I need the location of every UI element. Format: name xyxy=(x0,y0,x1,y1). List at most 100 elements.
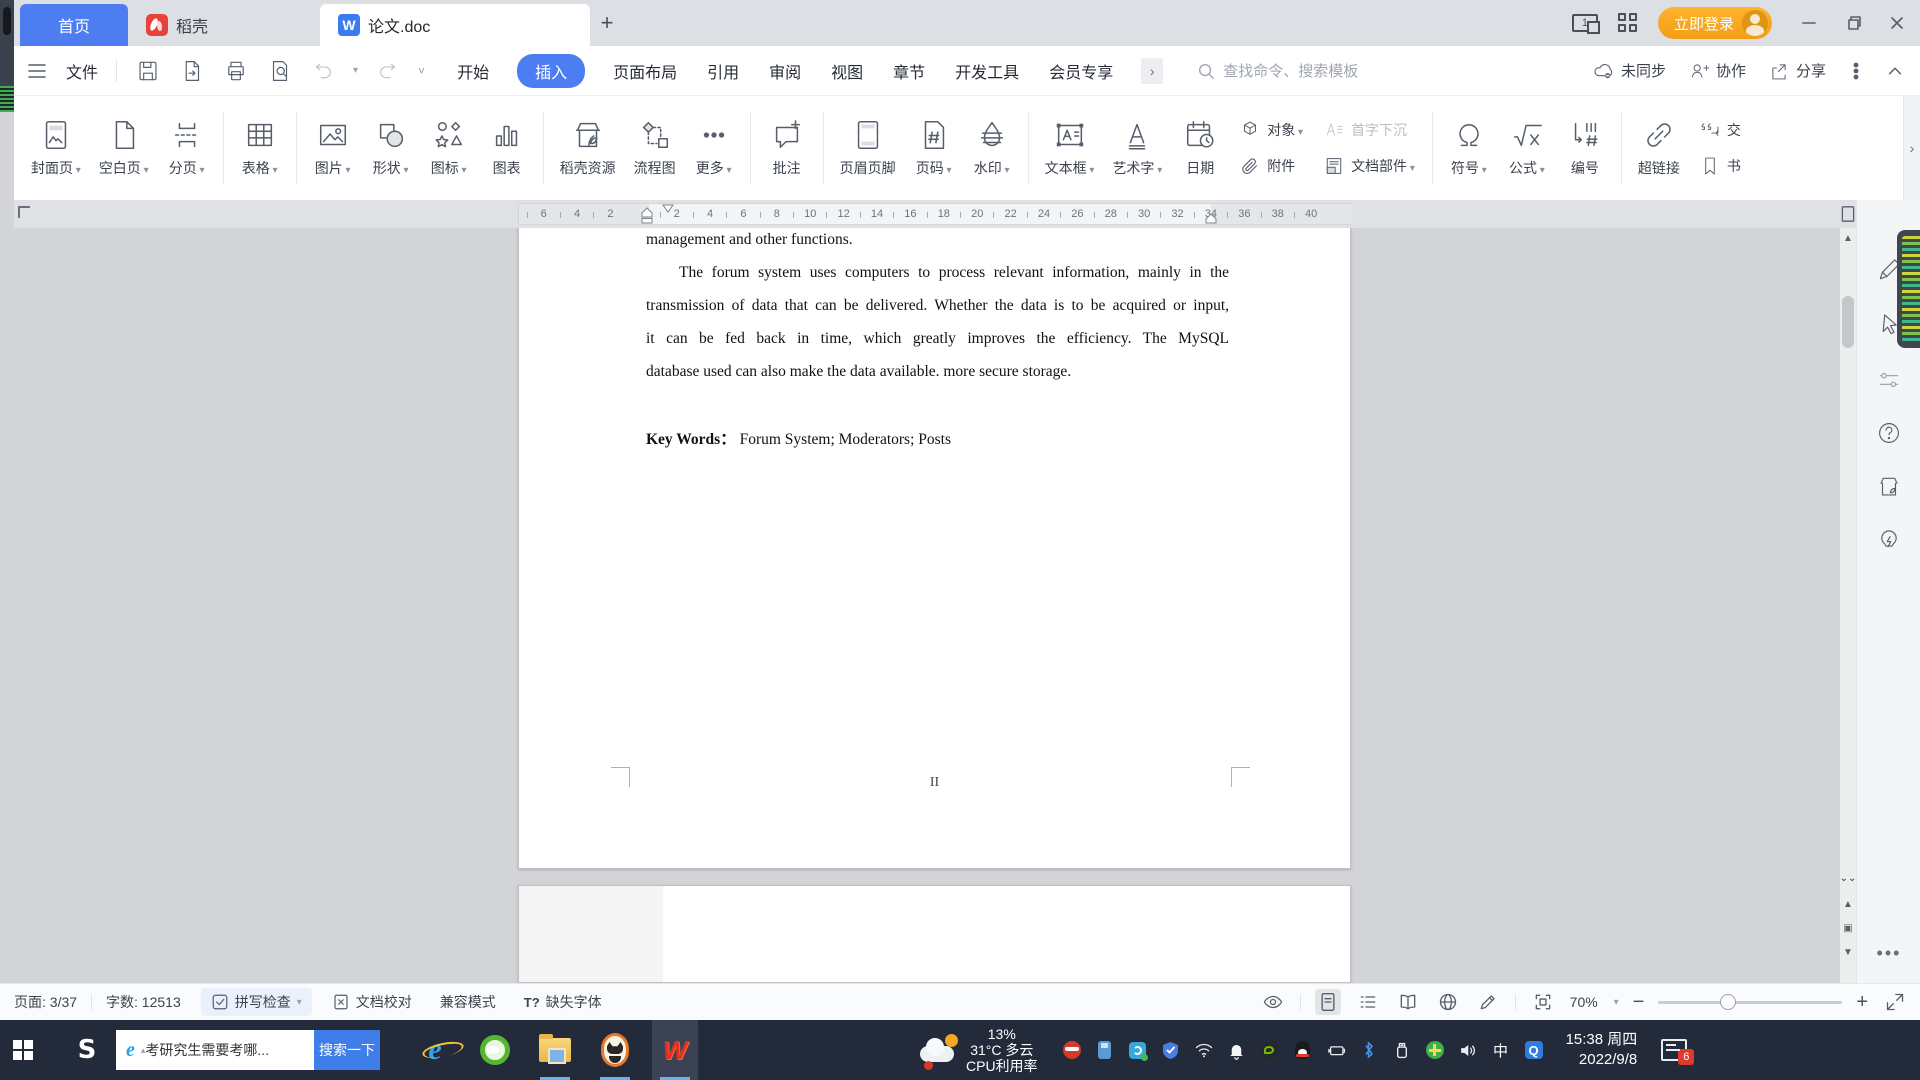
c​at-app-icon[interactable] xyxy=(592,1020,638,1080)
blank-page-button[interactable]: 空白页 xyxy=(90,118,158,178)
textbox-button[interactable]: 文本框 xyxy=(1036,118,1104,178)
prev-page-icon[interactable]: ▲ xyxy=(1840,896,1856,912)
redo-icon[interactable] xyxy=(376,59,400,83)
undo-icon[interactable] xyxy=(311,59,335,83)
undo-caret-icon[interactable]: ▾ xyxy=(353,65,358,76)
usb-tray-icon[interactable] xyxy=(1095,1040,1115,1060)
collapse-ribbon-icon[interactable] xyxy=(1886,62,1904,80)
power-tray-icon[interactable] xyxy=(1326,1040,1346,1060)
share-button[interactable]: 分享 xyxy=(1768,60,1826,82)
left-indent-marker[interactable] xyxy=(641,207,653,224)
zoom-in-icon[interactable]: + xyxy=(1856,991,1868,1014)
symbol-button[interactable]: 符号 xyxy=(1440,118,1498,178)
zoom-slider[interactable] xyxy=(1658,1001,1842,1004)
volume-tray-icon[interactable] xyxy=(1458,1040,1478,1060)
cross-reference-button[interactable]: 交 xyxy=(1699,119,1741,141)
web-view-icon[interactable] xyxy=(1435,989,1461,1015)
ie-browser-icon[interactable]: e xyxy=(412,1020,458,1080)
new-tab-button[interactable]: + xyxy=(590,0,624,46)
weather-cpu-widget[interactable]: 13% 31°C 多云 CPU利用率 xyxy=(918,1026,1038,1074)
right-indent-marker[interactable] xyxy=(1205,213,1217,224)
print-preview-icon[interactable] xyxy=(267,58,293,84)
bluetooth-tray-icon[interactable] xyxy=(1359,1040,1379,1060)
horizontal-ruler[interactable]: 642 246810121416182022242628303234363840 xyxy=(518,203,1351,225)
eye-protect-icon[interactable] xyxy=(1260,989,1286,1015)
start-button[interactable] xyxy=(0,1020,46,1080)
menu-review[interactable]: 审阅 xyxy=(767,54,803,88)
q-browser-tray-icon[interactable]: Q xyxy=(1524,1040,1544,1060)
resource-store-icon[interactable] xyxy=(1874,472,1904,502)
usb-drive-tray-icon[interactable] xyxy=(1392,1040,1412,1060)
compat-mode[interactable]: 兼容模式 xyxy=(426,992,510,1012)
wordart-button[interactable]: 艺术字 xyxy=(1103,118,1171,178)
cover-page-button[interactable]: 封面页 xyxy=(22,118,90,178)
date-button[interactable]: 日期 xyxy=(1171,118,1229,178)
tab-stop-selector[interactable] xyxy=(18,206,30,218)
next-page-icon[interactable]: ▼ xyxy=(1840,944,1856,960)
ribbon-scroll-right[interactable]: › xyxy=(1903,96,1920,200)
menu-references[interactable]: 引用 xyxy=(705,54,741,88)
more-insert-button[interactable]: 更多 xyxy=(685,118,743,178)
menu-overflow-arrow[interactable]: › xyxy=(1141,58,1163,84)
ime-tray-icon[interactable]: 中 xyxy=(1491,1040,1511,1060)
hyperlink-button[interactable]: 超链接 xyxy=(1629,118,1689,178)
doc-parts-button[interactable]: 文档部件 xyxy=(1323,155,1415,177)
edit-pen-icon[interactable] xyxy=(1475,989,1501,1015)
action-center-icon[interactable]: 6 xyxy=(1661,1039,1687,1061)
tab-home[interactable]: 首页 xyxy=(20,4,128,46)
scrollbar-thumb[interactable] xyxy=(1842,296,1854,348)
print-layout-view-icon[interactable] xyxy=(1315,989,1341,1015)
formula-button[interactable]: 公式 xyxy=(1498,118,1556,178)
taskbar-search-button[interactable]: 搜索一下 xyxy=(314,1030,380,1070)
health-tray-icon[interactable] xyxy=(1425,1040,1445,1060)
close-icon[interactable] xyxy=(1888,14,1906,32)
notification-bell-tray-icon[interactable] xyxy=(1227,1040,1247,1060)
shield-tray-icon[interactable] xyxy=(1161,1040,1181,1060)
quick-toolbar-caret-icon[interactable]: ˅ xyxy=(418,64,425,78)
fit-page-icon[interactable] xyxy=(1530,989,1556,1015)
document-canvas[interactable]: management and other functions. The foru… xyxy=(0,228,1856,983)
collaborate-button[interactable]: 协作 xyxy=(1688,60,1746,82)
file-menu[interactable]: 文件 xyxy=(66,59,98,83)
word-count[interactable]: 字数: 12513 xyxy=(92,992,195,1012)
file-explorer-icon[interactable] xyxy=(532,1020,578,1080)
object-button[interactable]: 对象 xyxy=(1239,119,1303,141)
tab-docer[interactable]: 稻壳 xyxy=(128,4,240,46)
app-grid-icon[interactable] xyxy=(1618,13,1638,33)
security-tray-icon[interactable] xyxy=(1062,1040,1082,1060)
spell-check-button[interactable]: 拼写检查▾ xyxy=(201,988,312,1016)
attachment-button[interactable]: 附件 xyxy=(1239,155,1303,177)
adjust-sliders-icon[interactable] xyxy=(1874,365,1904,395)
wps-office-icon[interactable]: W xyxy=(652,1020,698,1080)
wifi-tray-icon[interactable] xyxy=(1194,1040,1214,1060)
nvidia-tray-icon[interactable] xyxy=(1260,1040,1280,1060)
menu-start[interactable]: 开始 xyxy=(455,54,491,88)
page-view-mini-icon[interactable] xyxy=(1840,205,1856,223)
first-line-indent-marker[interactable] xyxy=(662,204,674,213)
menu-insert-active[interactable]: 插入 xyxy=(517,54,585,88)
page-break-button[interactable]: 分页 xyxy=(158,118,216,178)
document-page-2[interactable] xyxy=(518,885,1351,983)
menu-page-layout[interactable]: 页面布局 xyxy=(611,54,679,88)
more-options-icon[interactable] xyxy=(1848,62,1864,80)
minimize-icon[interactable] xyxy=(1800,14,1818,32)
taskbar-clock[interactable]: 15:38 周四 2022/9/8 xyxy=(1566,1030,1638,1071)
menu-dev-tools[interactable]: 开发工具 xyxy=(953,54,1021,88)
help-icon[interactable] xyxy=(1874,418,1904,448)
login-button[interactable]: 立即登录 xyxy=(1658,7,1772,39)
menu-section[interactable]: 章节 xyxy=(891,54,927,88)
restore-icon[interactable] xyxy=(1844,14,1862,32)
zoom-out-icon[interactable]: − xyxy=(1633,991,1645,1014)
docer-resources-button[interactable]: 稻壳资源 xyxy=(551,118,625,178)
command-search[interactable]: 查找命令、搜索模板 xyxy=(1197,60,1358,81)
export-icon[interactable] xyxy=(179,58,205,84)
table-button[interactable]: 表格 xyxy=(231,118,289,178)
green-browser-icon[interactable] xyxy=(472,1020,518,1080)
zoom-level[interactable]: 70% ▾ xyxy=(1570,994,1619,1010)
window-manager-icon[interactable]: 1 xyxy=(1572,14,1598,32)
sync-status[interactable]: 未同步 xyxy=(1591,59,1666,83)
search-app-icon[interactable]: S xyxy=(64,1020,110,1080)
qq-tray-icon[interactable] xyxy=(1293,1040,1313,1060)
hamburger-icon[interactable] xyxy=(26,60,48,82)
flowchart-button[interactable]: 流程图 xyxy=(625,118,685,178)
